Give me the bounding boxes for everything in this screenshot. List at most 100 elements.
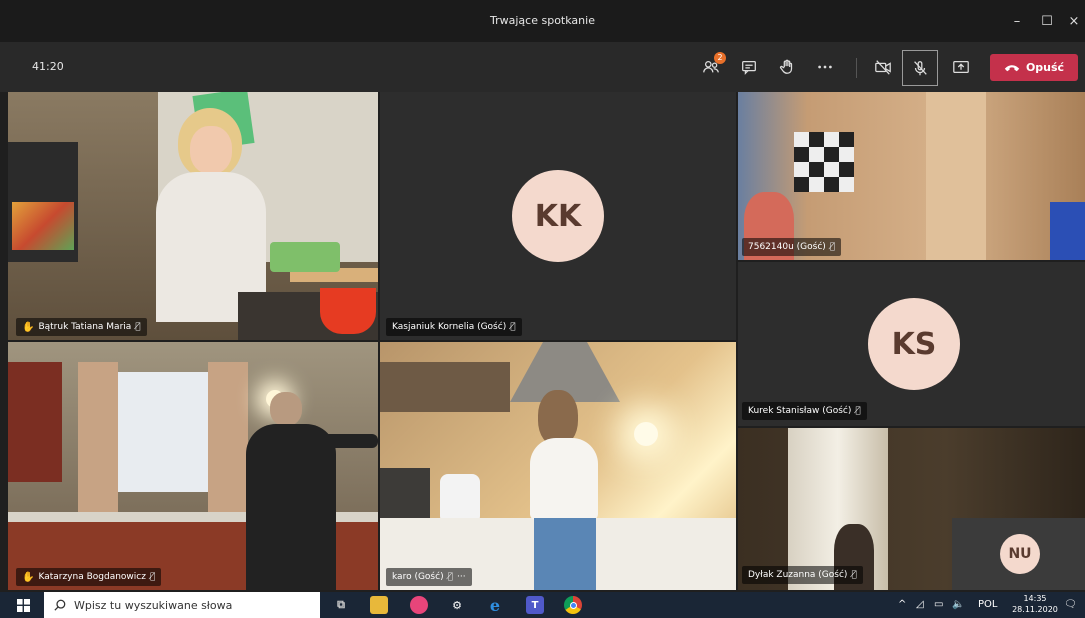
participant-tile[interactable]: KK Kasjaniuk Kornelia (Gość) 🎙̸ (380, 92, 736, 340)
edge-browser-icon[interactable]: e (486, 596, 504, 615)
hand-icon (779, 59, 793, 74)
mic-muted-icon: 🎙̸ (149, 572, 156, 582)
file-explorer-icon[interactable] (370, 596, 388, 614)
kettle (440, 474, 480, 524)
participant-tile[interactable]: ✋ Katarzyna Bogdanowicz 🎙̸ (8, 342, 378, 590)
self-avatar: NU (1000, 534, 1040, 574)
share-screen-icon (953, 60, 969, 74)
participant-avatar: KS (868, 298, 960, 390)
task-view-icon: ⧉ (337, 598, 345, 611)
hang-up-icon (1004, 64, 1020, 71)
light-flare (634, 422, 658, 446)
self-preview-tile[interactable]: NU (952, 518, 1085, 590)
participant-name-tag: Kurek Stanisław (Gość) 🎙̸ (742, 402, 867, 420)
person-body (246, 424, 336, 590)
start-button[interactable] (14, 596, 32, 614)
upper-cabinet (380, 362, 510, 412)
participant-tile[interactable]: 7562140u (Gość) 🎙̸ (738, 92, 1085, 260)
camera-off-icon (875, 60, 891, 75)
more-icon (818, 65, 832, 69)
chat-button[interactable] (736, 54, 762, 80)
checkered-wall (794, 132, 854, 192)
mic-muted-icon: 🎙̸ (851, 570, 857, 580)
red-bowl (320, 288, 376, 334)
volume-icon[interactable]: 🔈 (952, 599, 964, 610)
app-icon-pink[interactable] (410, 596, 428, 614)
close-button[interactable]: × (1064, 12, 1084, 30)
participant-name: Kasjaniuk Kornelia (Gość) (392, 322, 507, 332)
participant-name-tag: ✋ Katarzyna Bogdanowicz 🎙̸ (16, 568, 162, 586)
raise-hand-button[interactable] (774, 54, 800, 80)
taskbar-clock[interactable]: 14:35 28.11.2020 (1012, 593, 1058, 615)
chrome-icon[interactable] (564, 596, 582, 614)
participant-tile[interactable]: karo (Gość) 🎙̸ ··· (380, 342, 736, 590)
network-icon[interactable]: ◿ (916, 599, 924, 610)
window-title: Trwające spotkanie (490, 14, 595, 27)
mic-muted-icon: 🎙̸ (829, 242, 836, 252)
title-bar: Trwające spotkanie – ☐ × (0, 0, 1085, 42)
mic-toggle-button[interactable] (902, 50, 938, 86)
chat-icon (742, 60, 756, 75)
windows-logo-icon (16, 598, 30, 612)
mic-muted-icon: 🎙̸ (510, 322, 516, 332)
curtain-left (78, 362, 118, 512)
meeting-timer: 41:20 (32, 60, 64, 73)
taskbar-search[interactable]: Wpisz tu wyszukiwane słowa (44, 592, 320, 618)
person-face (190, 126, 232, 174)
teams-icon[interactable]: T (526, 596, 544, 614)
search-placeholder: Wpisz tu wyszukiwane słowa (74, 598, 233, 612)
participant-tile[interactable]: KS Kurek Stanisław (Gość) 🎙̸ (738, 262, 1085, 426)
participants-badge: 2 (714, 52, 726, 64)
person-jeans (534, 518, 596, 590)
settings-icon[interactable]: ⚙ (448, 596, 466, 614)
green-bowl (270, 242, 340, 272)
person-head (270, 392, 302, 426)
wooden-door (926, 92, 986, 260)
participant-avatar: KK (512, 170, 604, 262)
more-actions-button[interactable] (812, 54, 838, 80)
curtain-right (208, 362, 248, 512)
participant-name: Dyłak Zuzanna (Gość) (748, 570, 848, 580)
participant-name: karo (Gość) (392, 572, 444, 582)
share-screen-button[interactable] (948, 54, 974, 80)
clock-time: 14:35 (1023, 594, 1047, 603)
mic-muted-icon: 🎙̸ (135, 322, 141, 332)
tray-chevron-icon[interactable]: ^ (898, 599, 906, 610)
participant-name: 7562140u (Gość) (748, 242, 826, 252)
participant-name-tag: karo (Gość) 🎙̸ ··· (386, 568, 472, 586)
person-shirt (530, 438, 598, 520)
camera-toggle-button[interactable] (870, 54, 896, 80)
participant-name-tag: Kasjaniuk Kornelia (Gość) 🎙̸ (386, 318, 522, 336)
battery-icon[interactable]: ▭ (934, 599, 943, 610)
input-language[interactable]: POL (978, 599, 997, 610)
mic-off-icon (914, 61, 927, 76)
participant-name-tag: ✋ Bątruk Tatiana Maria 🎙̸ (16, 318, 147, 336)
participant-name: Kurek Stanisław (Gość) (748, 406, 852, 416)
windows-taskbar: Wpisz tu wyszukiwane słowa ⧉ ⚙ e T ^ ◿ ▭… (0, 592, 1085, 618)
microwave (380, 468, 430, 518)
participant-name-tag: 7562140u (Gość) 🎙̸ (742, 238, 842, 256)
mic-muted-icon: 🎙̸ (447, 572, 453, 582)
person-arm (318, 434, 378, 448)
search-icon (54, 599, 66, 611)
leave-label: Opuść (1025, 61, 1065, 74)
clock-date: 28.11.2020 (1012, 605, 1058, 614)
shelf (8, 362, 62, 482)
participant-name: Bątruk Tatiana Maria (38, 322, 132, 332)
raised-hand-icon: ✋ (22, 321, 35, 333)
blue-chair (1050, 202, 1085, 260)
meeting-toolbar: 41:20 2 Opuść (0, 42, 1085, 92)
task-view-button[interactable]: ⧉ (332, 596, 350, 614)
window (104, 372, 214, 492)
mic-muted-icon: 🎙̸ (855, 406, 861, 416)
minimize-button[interactable]: – (1006, 12, 1028, 30)
participant-tile[interactable]: ✋ Bątruk Tatiana Maria 🎙̸ (8, 92, 378, 340)
leave-meeting-button[interactable]: Opuść (990, 54, 1078, 81)
participant-name-tag: Dyłak Zuzanna (Gość) 🎙̸ (742, 566, 863, 584)
maximize-button[interactable]: ☐ (1036, 12, 1058, 30)
participants-button[interactable]: 2 (698, 52, 726, 80)
drawing (12, 202, 74, 250)
teams-meeting-window: Trwające spotkanie – ☐ × 41:20 2 Opuść ✋… (0, 0, 1085, 618)
more-options-icon[interactable]: ··· (457, 572, 466, 582)
notifications-icon[interactable]: 🗨 (1064, 599, 1077, 610)
